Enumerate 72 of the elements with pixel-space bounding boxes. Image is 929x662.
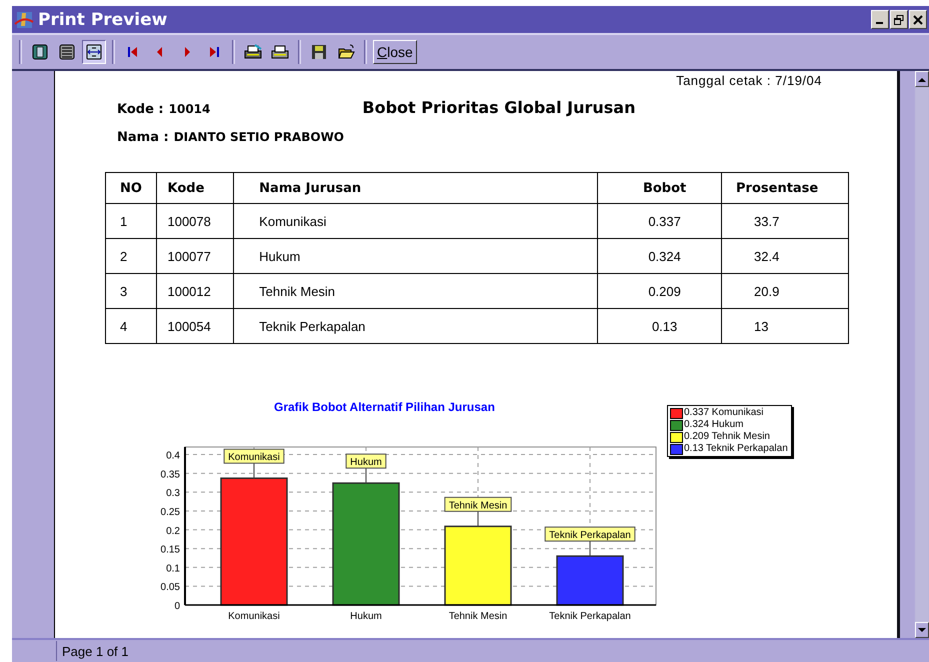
report-title: Bobot Prioritas Global Jurusan bbox=[362, 98, 636, 117]
column-header: Prosentase bbox=[722, 172, 848, 204]
category-label: Teknik Perkapalan bbox=[549, 611, 631, 622]
annotation: Tehnik Mesin bbox=[448, 500, 508, 512]
data-callout: Tehnik Mesin bbox=[444, 496, 512, 512]
minimize-button[interactable] bbox=[871, 10, 889, 29]
bar bbox=[556, 555, 624, 606]
name-value: DIANTO SETIO PRABOWO bbox=[174, 130, 344, 144]
column-header: Kode bbox=[156, 172, 234, 204]
y-tick-label: 0.05 bbox=[160, 582, 180, 594]
table-cell: 0.324 bbox=[598, 238, 722, 274]
table-cell: 0.13 bbox=[598, 308, 722, 344]
y-tick-label: 0.2 bbox=[166, 526, 180, 537]
close-preview-button[interactable]: Close bbox=[373, 40, 417, 64]
chart-title: Grafik Bobot Alternatif Pilihan Jurusan bbox=[274, 400, 496, 414]
table-cell: 32.4 bbox=[722, 238, 848, 274]
table-cell: 2 bbox=[106, 238, 157, 274]
close-icon[interactable] bbox=[913, 14, 923, 24]
column-header: Bobot bbox=[598, 172, 722, 204]
category-label: Tehnik Mesin bbox=[448, 611, 508, 622]
close-button[interactable] bbox=[909, 10, 927, 29]
data-callout: Komunikasi bbox=[224, 448, 284, 464]
down-arrow-icon[interactable] bbox=[918, 628, 926, 632]
name-label: Nama : bbox=[117, 130, 169, 145]
annotation: Teknik Perkapalan bbox=[549, 530, 631, 542]
print-date: Tanggal cetak : 7/19/04 bbox=[676, 73, 822, 88]
table-cell: 4 bbox=[106, 308, 157, 344]
restore-icon[interactable] bbox=[894, 14, 904, 24]
y-tick-label: 0.15 bbox=[160, 544, 180, 556]
category-label: Hukum bbox=[350, 611, 382, 622]
scroll-up-button[interactable] bbox=[915, 71, 929, 87]
data-callout: Hukum bbox=[346, 454, 386, 469]
y-tick-label: 0.3 bbox=[166, 488, 180, 500]
table-cell: 20.9 bbox=[722, 274, 848, 308]
table-cell: 100012 bbox=[156, 274, 234, 308]
table-cell: Hukum bbox=[234, 238, 598, 274]
table-cell: Tehnik Mesin bbox=[234, 274, 598, 308]
table-cell: 1 bbox=[106, 204, 157, 238]
table-cell: Komunikasi bbox=[234, 204, 598, 238]
y-tick-label: 0.4 bbox=[166, 450, 180, 462]
table-cell: 100077 bbox=[156, 238, 234, 274]
y-tick-label: 0.25 bbox=[160, 506, 180, 518]
legend-label: 0.324 Hukum bbox=[684, 419, 744, 431]
table-cell: 3 bbox=[106, 274, 157, 308]
window-title: Print Preview bbox=[38, 10, 168, 30]
vertical-scrollbar[interactable] bbox=[915, 71, 929, 638]
page-indicator: Page 1 of 1 bbox=[56, 641, 128, 661]
column-header: NO bbox=[106, 172, 157, 204]
table-cell: 13 bbox=[722, 308, 848, 344]
y-tick-label: 0.35 bbox=[160, 469, 180, 480]
app-icon bbox=[14, 10, 34, 30]
table-cell: 33.7 bbox=[722, 204, 848, 238]
restore-button[interactable] bbox=[890, 10, 908, 29]
data-callout: Teknik Perkapalan bbox=[544, 526, 636, 542]
legend-label: 0.337 Komunikasi bbox=[684, 407, 764, 419]
table-cell: 100054 bbox=[156, 308, 234, 344]
annotation: Komunikasi bbox=[228, 452, 280, 464]
code-value: 10014 bbox=[168, 102, 210, 116]
up-arrow-icon[interactable] bbox=[918, 76, 926, 82]
table-cell: Teknik Perkapalan bbox=[234, 308, 598, 344]
legend-label: 0.13 Teknik Perkapalan bbox=[684, 443, 788, 455]
table-cell: 0.209 bbox=[598, 274, 722, 308]
y-tick-label: 0.1 bbox=[166, 563, 180, 574]
column-header: Nama Jurusan bbox=[234, 172, 598, 204]
y-tick-label: 0 bbox=[174, 601, 180, 612]
scroll-down-button[interactable] bbox=[915, 622, 929, 638]
table-cell: 0.337 bbox=[598, 204, 722, 238]
category-label: Komunikasi bbox=[228, 611, 280, 622]
code-label: Kode : bbox=[117, 102, 164, 117]
table-cell: 100078 bbox=[156, 204, 234, 238]
annotation: Hukum bbox=[350, 457, 382, 468]
legend-label: 0.209 Tehnik Mesin bbox=[684, 431, 770, 443]
